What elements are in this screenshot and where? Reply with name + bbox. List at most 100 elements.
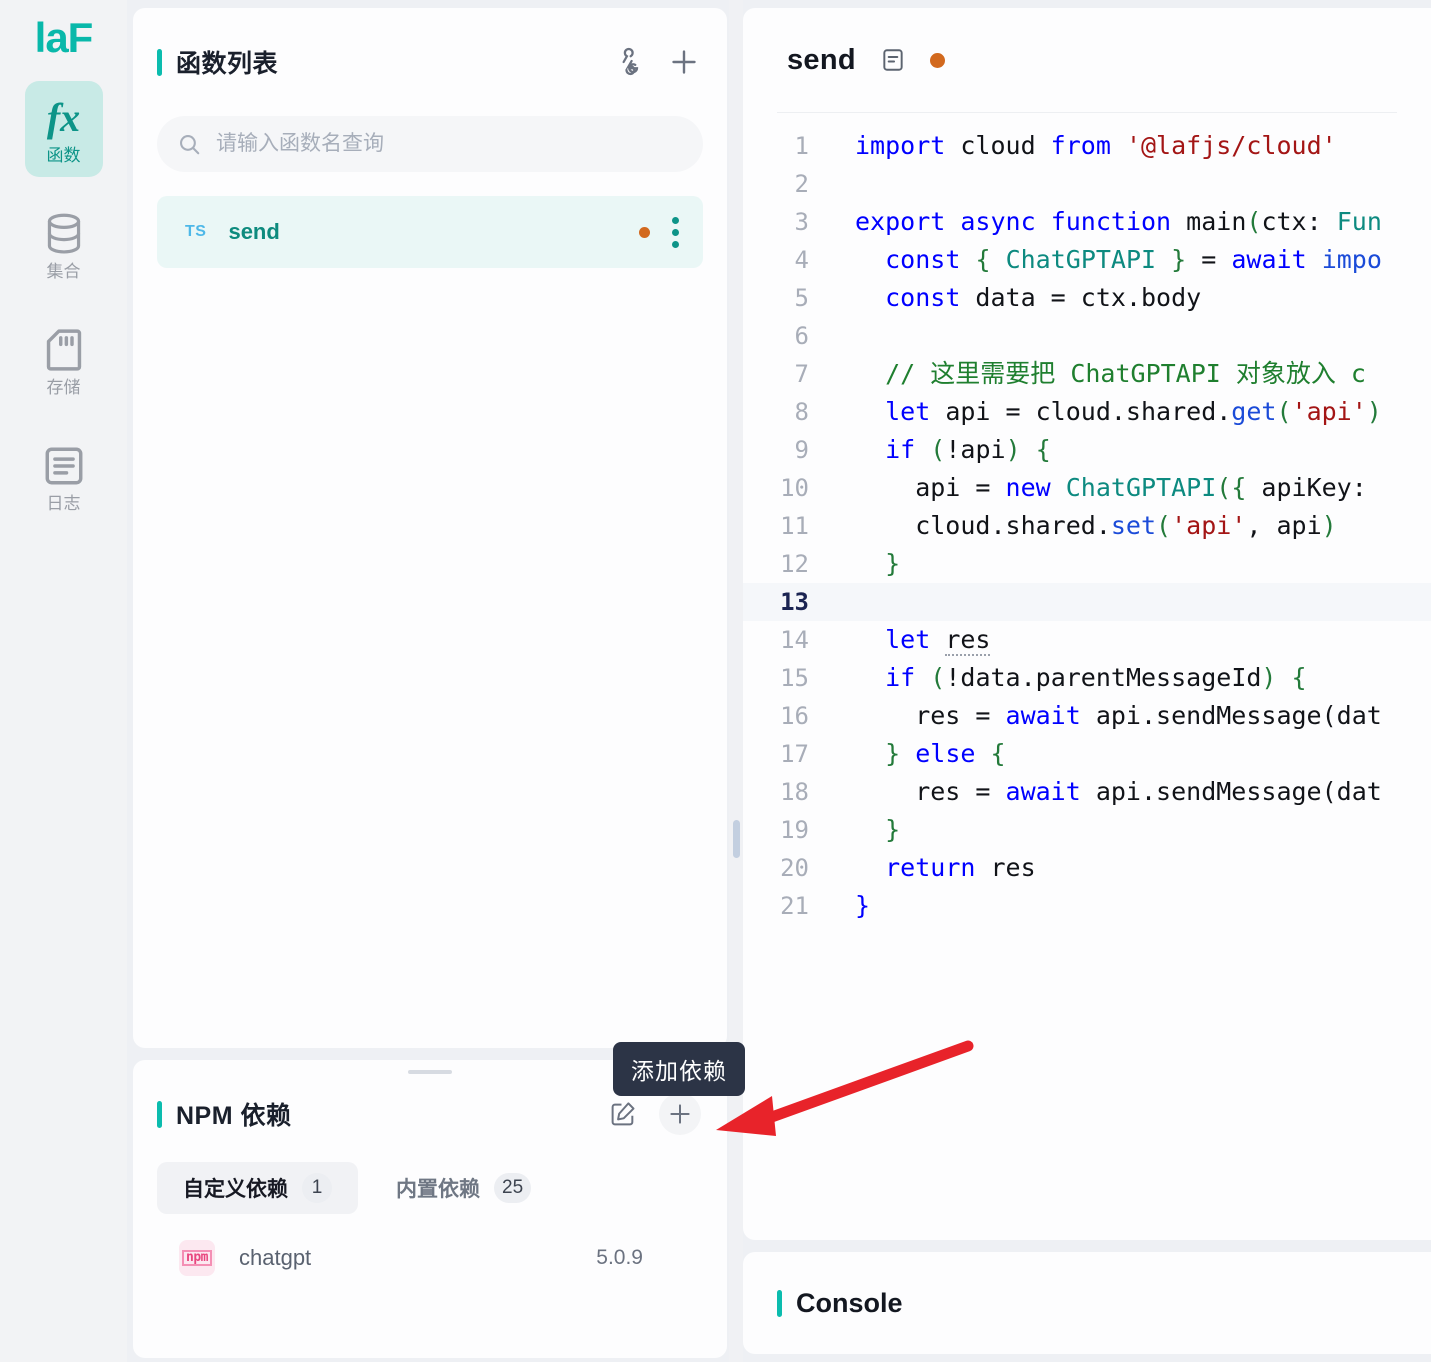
line-number: 18 bbox=[780, 778, 809, 806]
code-text: } bbox=[855, 891, 871, 920]
code-line[interactable]: 14 let res bbox=[743, 621, 1431, 659]
line-number: 9 bbox=[794, 436, 809, 464]
tab-label: 自定义依赖 bbox=[183, 1178, 288, 1201]
code-content[interactable]: 1 import cloud from '@lafjs/cloud' 2 3 expor… bbox=[743, 113, 1431, 925]
sidebar-item-functions[interactable]: fx 函数 bbox=[24, 81, 103, 177]
line-number: 11 bbox=[780, 512, 809, 540]
search-input[interactable] bbox=[216, 132, 683, 156]
line-number: 16 bbox=[780, 702, 809, 730]
accent-bar bbox=[157, 1100, 162, 1128]
accent-bar bbox=[777, 1289, 782, 1317]
search-box[interactable] bbox=[157, 116, 703, 172]
left-column: 函数列表 请输入函数名查询 TS send NPM 依赖 自定义依赖 1 内置依… bbox=[127, 0, 735, 1362]
code-text: if (!api) { bbox=[885, 435, 1051, 464]
code-text: import cloud from '@lafjs/cloud' bbox=[855, 131, 1337, 160]
code-text: res = await api.sendMessage(dat bbox=[855, 777, 1382, 806]
code-line[interactable]: 18 res = await api.sendMessage(dat bbox=[743, 773, 1431, 811]
function-list-header: 函数列表 bbox=[133, 8, 727, 116]
unsaved-indicator-dot bbox=[639, 226, 650, 238]
editor-file-title: send bbox=[787, 43, 856, 76]
search-icon bbox=[177, 132, 202, 157]
line-number: 8 bbox=[794, 398, 809, 426]
code-text: res = await api.sendMessage(dat bbox=[855, 701, 1382, 730]
line-number: 14 bbox=[780, 626, 809, 654]
description-icon[interactable] bbox=[880, 47, 906, 73]
page-title: 函数列表 bbox=[176, 50, 279, 78]
code-line[interactable]: 7 // 这里需要把 ChatGPTAPI 对象放入 c bbox=[743, 355, 1431, 393]
editor-header: send bbox=[743, 8, 1431, 112]
code-text: const data = ctx.body bbox=[885, 283, 1202, 312]
function-list-item-send[interactable]: TS send bbox=[157, 196, 703, 268]
code-text: export async function main(ctx: Fun bbox=[855, 207, 1382, 236]
code-line[interactable]: 12 } bbox=[743, 545, 1431, 583]
right-column: send 1 import cloud from '@lafjs/cloud' 2 3… bbox=[735, 0, 1431, 1362]
sidebar-item-label: 日志 bbox=[46, 493, 81, 513]
tab-custom-dependencies[interactable]: 自定义依赖 1 bbox=[157, 1162, 358, 1214]
line-number: 1 bbox=[794, 132, 809, 160]
code-line[interactable]: 19 } bbox=[743, 811, 1431, 849]
npm-dependency-panel: NPM 依赖 自定义依赖 1 内置依赖 25 npm chatgpt 5.0.9 bbox=[133, 1060, 727, 1358]
left-nav-rail: laF fx 函数 集合 存储 日志 bbox=[0, 0, 127, 1362]
sidebar-item-label: 函数 bbox=[46, 145, 81, 165]
tab-count-badge: 1 bbox=[302, 1173, 332, 1203]
line-number: 2 bbox=[794, 170, 809, 198]
npm-registry-icon: npm bbox=[179, 1240, 215, 1276]
code-line[interactable]: 16 res = await api.sendMessage(dat bbox=[743, 697, 1431, 735]
npm-add-dependency-button[interactable] bbox=[659, 1093, 701, 1135]
function-name: send bbox=[228, 219, 280, 244]
code-line[interactable]: 5 const data = ctx.body bbox=[743, 279, 1431, 317]
sidebar-item-storage[interactable]: 存储 bbox=[25, 313, 103, 409]
line-number: 21 bbox=[780, 892, 809, 920]
code-line[interactable]: 21} bbox=[743, 887, 1431, 925]
tab-count-badge: 25 bbox=[494, 1173, 532, 1203]
function-list-panel: 函数列表 请输入函数名查询 TS send bbox=[133, 8, 727, 1048]
function-fx-icon: fx bbox=[46, 94, 81, 140]
list-item[interactable]: npm chatgpt 5.0.9 bbox=[133, 1226, 727, 1290]
vertical-resize-handle[interactable] bbox=[729, 0, 743, 1362]
tab-builtin-dependencies[interactable]: 内置依赖 25 bbox=[370, 1162, 557, 1214]
webhook-icon[interactable] bbox=[615, 47, 645, 77]
line-number: 3 bbox=[794, 208, 809, 236]
code-line[interactable]: 11 cloud.shared.set('api', api) bbox=[743, 507, 1431, 545]
panel-resize-handle[interactable] bbox=[408, 1070, 452, 1074]
code-text: } bbox=[885, 815, 901, 844]
code-line[interactable]: 13 bbox=[743, 583, 1431, 621]
function-more-menu-button[interactable] bbox=[672, 216, 679, 248]
edit-pencil-icon[interactable] bbox=[609, 1100, 637, 1128]
code-text: } bbox=[885, 549, 901, 578]
code-line[interactable]: 8 let api = cloud.shared.get('api') bbox=[743, 393, 1431, 431]
laf-logo[interactable]: laF bbox=[35, 17, 94, 59]
code-line[interactable]: 15 if (!data.parentMessageId) { bbox=[743, 659, 1431, 697]
line-number: 12 bbox=[780, 550, 809, 578]
code-line[interactable]: 9 if (!api) { bbox=[743, 431, 1431, 469]
add-dependency-tooltip: 添加依赖 bbox=[613, 1042, 745, 1096]
code-line[interactable]: 6 bbox=[743, 317, 1431, 355]
logs-document-icon bbox=[44, 443, 84, 489]
line-number: 13 bbox=[780, 588, 809, 616]
line-number: 17 bbox=[780, 740, 809, 768]
line-number: 10 bbox=[780, 474, 809, 502]
code-text: // 这里需要把 ChatGPTAPI 对象放入 c bbox=[885, 359, 1366, 388]
sidebar-item-collections[interactable]: 集合 bbox=[25, 197, 103, 293]
code-text: cloud.shared.set('api', api) bbox=[855, 511, 1337, 540]
line-number: 4 bbox=[794, 246, 809, 274]
code-line[interactable]: 3 export async function main(ctx: Fun bbox=[743, 203, 1431, 241]
code-text: api = new ChatGPTAPI({ apiKey: bbox=[855, 473, 1382, 502]
sidebar-item-logs[interactable]: 日志 bbox=[25, 429, 103, 525]
storage-card-icon bbox=[44, 327, 84, 373]
code-line[interactable]: 10 api = new ChatGPTAPI({ apiKey: bbox=[743, 469, 1431, 507]
code-text: if (!data.parentMessageId) { bbox=[885, 663, 1307, 692]
code-line[interactable]: 20 return res bbox=[743, 849, 1431, 887]
code-line[interactable]: 1 import cloud from '@lafjs/cloud' bbox=[743, 127, 1431, 165]
add-function-button[interactable] bbox=[667, 45, 701, 79]
typescript-lang-tag: TS bbox=[185, 223, 207, 240]
code-line[interactable]: 17 } else { bbox=[743, 735, 1431, 773]
code-text: return res bbox=[885, 853, 1036, 882]
editor-unsaved-dot bbox=[929, 52, 945, 68]
sidebar-item-label: 存储 bbox=[46, 377, 81, 397]
console-title: Console bbox=[796, 1287, 903, 1318]
app-root: laF fx 函数 集合 存储 日志 函数列表 请输入函数名查询 TS send… bbox=[0, 0, 1431, 1362]
npm-panel-title: NPM 依赖 bbox=[176, 1102, 292, 1130]
code-line[interactable]: 4 const { ChatGPTAPI } = await impo bbox=[743, 241, 1431, 279]
code-line[interactable]: 2 bbox=[743, 165, 1431, 203]
